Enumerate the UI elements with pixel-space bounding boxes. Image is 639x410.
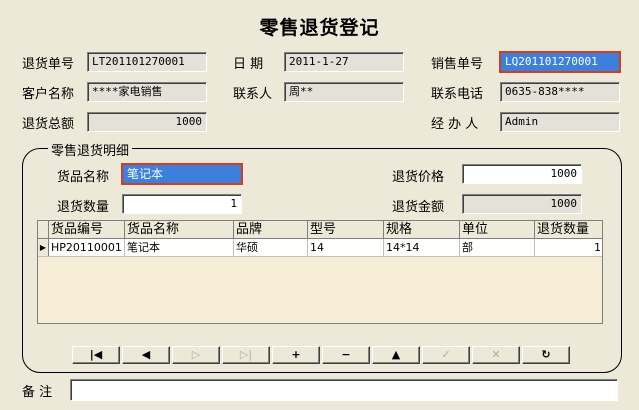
cancel-icon: ✕: [491, 348, 501, 361]
total-label: 退货总额: [22, 117, 75, 132]
qty-field[interactable]: 1: [122, 194, 242, 214]
cell-model[interactable]: 14: [308, 239, 384, 256]
cell-code[interactable]: HP20110001: [49, 239, 125, 256]
handler-field[interactable]: Admin: [500, 112, 620, 132]
col-header-code[interactable]: 货品编号: [49, 221, 125, 238]
sale-no-field[interactable]: LQ201101270001: [499, 51, 621, 73]
next-record-icon: ▷: [191, 348, 201, 361]
cell-name[interactable]: 笔记本: [125, 239, 234, 256]
row-indicator: ▶: [38, 239, 49, 256]
cell-brand[interactable]: 华硕: [234, 239, 308, 256]
header-indicator: [38, 221, 49, 238]
product-field[interactable]: 笔记本: [121, 163, 243, 185]
customer-label: 客户名称: [22, 87, 75, 102]
first-record-icon: |◀: [89, 348, 103, 361]
detail-group-title: 零售退货明细: [48, 140, 133, 159]
phone-field[interactable]: 0635-838****: [500, 82, 620, 102]
insert-icon: +: [291, 348, 301, 361]
date-field[interactable]: 2011-1-27: [284, 52, 404, 72]
col-header-brand[interactable]: 品牌: [234, 221, 308, 238]
col-header-unit[interactable]: 单位: [460, 221, 535, 238]
remarks-field[interactable]: [70, 379, 618, 401]
last-record-icon: ▷|: [239, 348, 253, 361]
edit-button[interactable]: ▲: [372, 346, 420, 364]
return-no-field[interactable]: LT201101270001: [87, 52, 207, 72]
page-title: 零售退货登记: [259, 17, 380, 39]
first-record-button[interactable]: |◀: [72, 346, 120, 364]
handler-label: 经 办 人: [431, 117, 479, 132]
sale-no-label: 销售单号: [431, 57, 484, 72]
amount-label: 退货金额: [392, 200, 445, 215]
remarks-label: 备 注: [22, 385, 53, 400]
last-record-button[interactable]: ▷|: [222, 346, 270, 364]
contact-field[interactable]: 周**: [284, 82, 404, 102]
cell-spec[interactable]: 14*14: [384, 239, 460, 256]
phone-label: 联系电话: [431, 87, 484, 102]
delete-icon: −: [341, 348, 351, 361]
col-header-qty[interactable]: 退货数量: [535, 221, 602, 238]
edit-icon: ▲: [391, 348, 401, 361]
product-label: 货品名称: [57, 170, 110, 185]
amount-field[interactable]: 1000: [462, 194, 582, 214]
col-header-name[interactable]: 货品名称: [125, 221, 234, 238]
qty-label: 退货数量: [57, 200, 110, 215]
refresh-button[interactable]: ↻: [522, 346, 570, 364]
price-field[interactable]: 1000: [462, 164, 582, 184]
delete-button[interactable]: −: [322, 346, 370, 364]
next-record-button[interactable]: ▷: [172, 346, 220, 364]
table-row[interactable]: ▶ HP20110001 笔记本 华硕 14 14*14 部 1: [38, 239, 602, 257]
detail-grid[interactable]: 货品编号 货品名称 品牌 型号 规格 单位 退货数量 ▶ HP20110001 …: [37, 220, 603, 324]
grid-header: 货品编号 货品名称 品牌 型号 规格 单位 退货数量: [38, 221, 602, 239]
contact-label: 联系人: [233, 87, 273, 102]
total-field[interactable]: 1000: [87, 112, 207, 132]
prev-record-icon: ◀: [141, 348, 151, 361]
return-no-label: 退货单号: [22, 57, 75, 72]
col-header-model[interactable]: 型号: [308, 221, 384, 238]
refresh-icon: ↻: [541, 348, 551, 361]
cancel-button[interactable]: ✕: [472, 346, 520, 364]
post-icon: ✓: [441, 348, 451, 361]
prev-record-button[interactable]: ◀: [122, 346, 170, 364]
cell-unit[interactable]: 部: [460, 239, 535, 256]
customer-field[interactable]: ****家电销售: [87, 82, 207, 102]
col-header-spec[interactable]: 规格: [384, 221, 460, 238]
cell-qty[interactable]: 1: [535, 239, 602, 256]
price-label: 退货价格: [392, 170, 445, 185]
date-label: 日 期: [233, 57, 264, 72]
insert-button[interactable]: +: [272, 346, 320, 364]
post-button[interactable]: ✓: [422, 346, 470, 364]
